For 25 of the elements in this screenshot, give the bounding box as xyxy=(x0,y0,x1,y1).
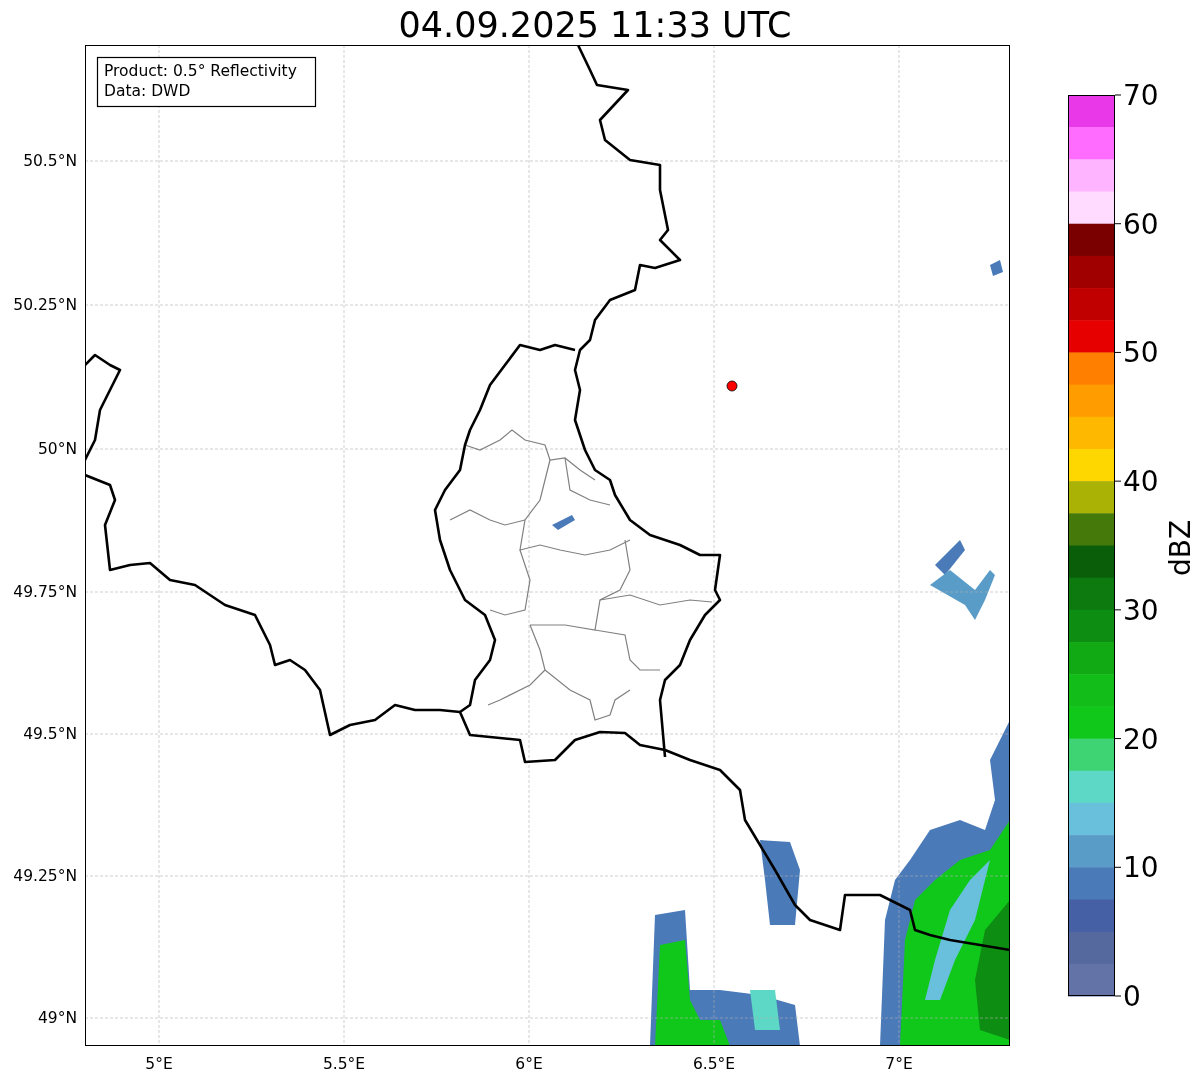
axis-tick-label: 50°N xyxy=(37,440,77,458)
axis-tick-label: 49.5°N xyxy=(23,725,77,743)
axis-tick-label: 6°E xyxy=(515,1055,543,1073)
chart-title: 04.09.2025 11:33 UTC xyxy=(397,4,793,45)
axis-tick-label: 50.5°N xyxy=(23,152,77,170)
axis-tick-label: 5°E xyxy=(145,1055,173,1073)
legend-text: Product: 0.5° Reflectivity xyxy=(104,62,297,80)
colorbar-tick-label: 50 xyxy=(1123,336,1159,370)
axis-tick-label: 6.5°E xyxy=(692,1055,736,1073)
colorbar-tick-label: 40 xyxy=(1123,465,1159,499)
axis-tick-label: 49°N xyxy=(37,1009,77,1027)
colorbar-tick-label: 20 xyxy=(1123,722,1159,756)
colorbar-tick-label: 0 xyxy=(1123,980,1141,1013)
axis-tick-label: 5.5°E xyxy=(322,1055,366,1073)
location-marker-icon xyxy=(726,380,738,392)
axis-tick-label: 50.25°N xyxy=(13,296,77,314)
colorbar-tick-label: 60 xyxy=(1123,207,1159,241)
colorbar-tick-label: 30 xyxy=(1123,593,1159,627)
colorbar-label: dBZ xyxy=(1164,519,1197,577)
colorbar-tick-label: 70 xyxy=(1123,79,1159,112)
axis-tick-label: 49.75°N xyxy=(13,583,77,601)
axis-tick-label: 49.25°N xyxy=(13,867,77,885)
legend-text: Data: DWD xyxy=(104,82,191,100)
colorbar-tick-label: 10 xyxy=(1123,851,1159,885)
axis-tick-label: 7°E xyxy=(885,1055,913,1073)
